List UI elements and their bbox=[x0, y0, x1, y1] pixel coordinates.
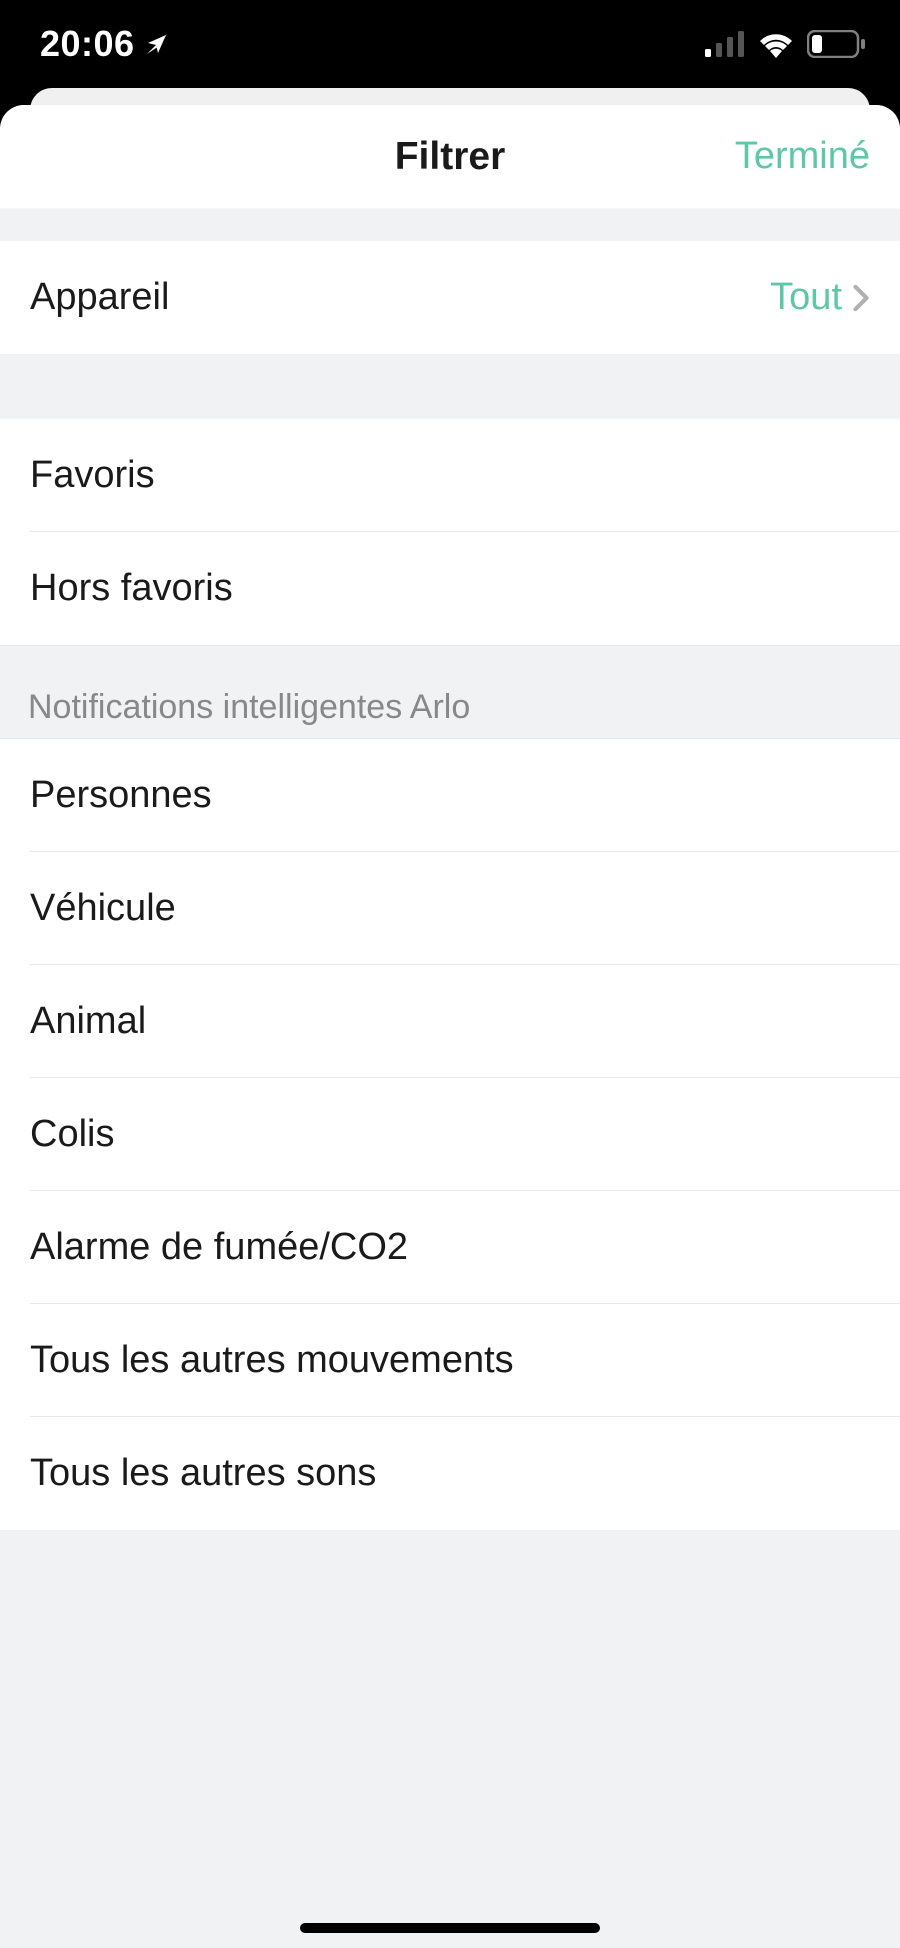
battery-icon bbox=[807, 30, 865, 58]
status-indicators bbox=[705, 30, 865, 58]
status-bar: 20:06 bbox=[0, 0, 900, 88]
filter-modal: Filtrer Terminé Appareil Tout Favoris Ho… bbox=[0, 105, 900, 1948]
smart-item-vehicule[interactable]: Véhicule bbox=[0, 852, 900, 965]
device-row[interactable]: Appareil Tout bbox=[0, 241, 900, 354]
section-spacer bbox=[0, 354, 900, 419]
smart-item-colis[interactable]: Colis bbox=[0, 1078, 900, 1191]
favorites-label: Favoris bbox=[30, 454, 155, 497]
wifi-icon bbox=[757, 30, 795, 58]
list-item-label: Alarme de fumée/CO2 bbox=[30, 1226, 408, 1269]
favorites-section: Favoris Hors favoris bbox=[0, 419, 900, 645]
done-button[interactable]: Terminé bbox=[735, 135, 870, 178]
list-item-label: Personnes bbox=[30, 774, 212, 817]
device-section: Appareil Tout bbox=[0, 241, 900, 354]
status-time-area: 20:06 bbox=[40, 23, 169, 65]
smart-item-mouvements[interactable]: Tous les autres mouvements bbox=[0, 1304, 900, 1417]
favorites-row[interactable]: Favoris bbox=[0, 419, 900, 532]
scroll-container[interactable]: Appareil Tout Favoris Hors favoris Notif… bbox=[0, 209, 900, 1948]
modal-header: Filtrer Terminé bbox=[0, 105, 900, 209]
list-item-label: Tous les autres sons bbox=[30, 1452, 376, 1495]
chevron-right-icon bbox=[852, 284, 870, 312]
smart-section-header: Notifications intelligentes Arlo bbox=[0, 645, 900, 739]
smart-section: Personnes Véhicule Animal Colis Alarme d… bbox=[0, 739, 900, 1530]
bottom-spacer bbox=[0, 1530, 900, 1610]
modal-title: Filtrer bbox=[395, 135, 506, 179]
status-time: 20:06 bbox=[40, 23, 135, 65]
smart-item-personnes[interactable]: Personnes bbox=[0, 739, 900, 852]
list-item-label: Colis bbox=[30, 1113, 114, 1156]
device-value: Tout bbox=[770, 276, 842, 319]
cellular-icon bbox=[705, 31, 745, 57]
list-item-label: Animal bbox=[30, 1000, 146, 1043]
smart-item-alarme[interactable]: Alarme de fumée/CO2 bbox=[0, 1191, 900, 1304]
section-spacer bbox=[0, 209, 900, 241]
non-favorites-label: Hors favoris bbox=[30, 567, 233, 610]
home-indicator[interactable] bbox=[300, 1923, 600, 1933]
list-item-label: Véhicule bbox=[30, 887, 176, 930]
smart-item-sons[interactable]: Tous les autres sons bbox=[0, 1417, 900, 1530]
device-label: Appareil bbox=[30, 276, 169, 319]
smart-item-animal[interactable]: Animal bbox=[0, 965, 900, 1078]
non-favorites-row[interactable]: Hors favoris bbox=[0, 532, 900, 645]
location-icon bbox=[145, 32, 169, 56]
list-item-label: Tous les autres mouvements bbox=[30, 1339, 514, 1382]
